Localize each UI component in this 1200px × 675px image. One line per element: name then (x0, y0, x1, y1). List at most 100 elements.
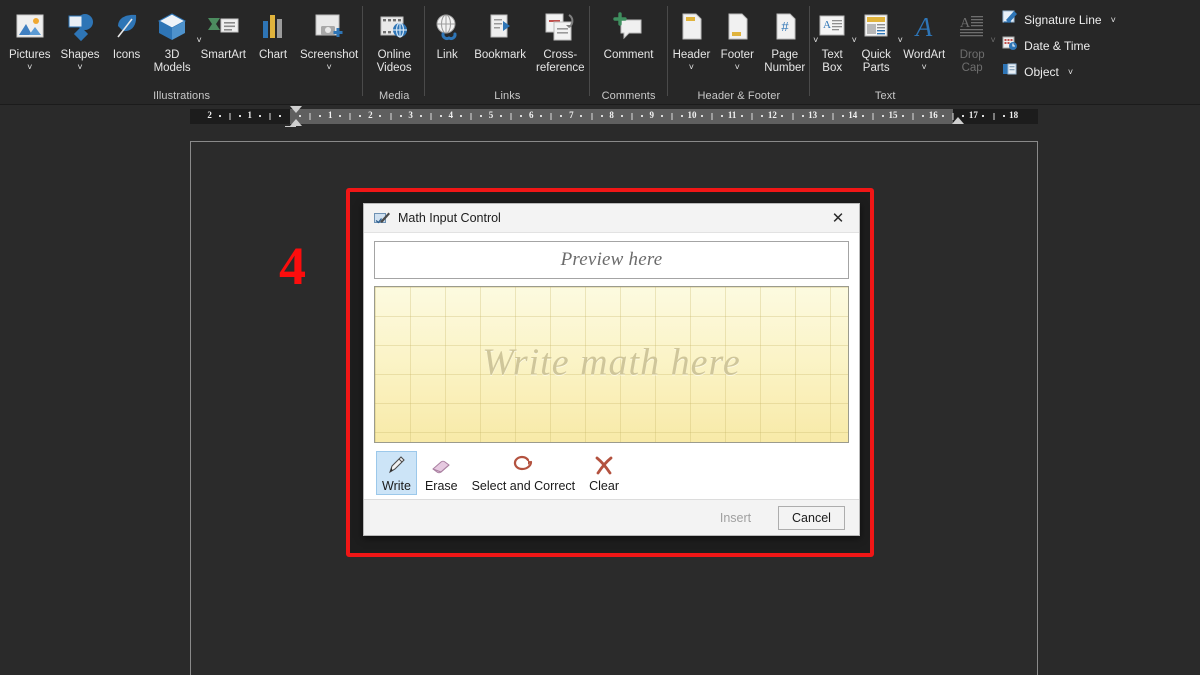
text-box-label: Text Box (822, 49, 843, 75)
ruler-tick (781, 115, 783, 117)
select-and-correct-tool-button[interactable]: Select and Correct (466, 451, 582, 495)
link-label: Link (437, 49, 458, 62)
write-placeholder: Write math here (375, 340, 848, 384)
online-videos-icon (377, 7, 411, 47)
erase-tool-button[interactable]: Erase (419, 451, 464, 495)
date-time-icon (1002, 35, 1018, 56)
ruler-tick-label: 2 (368, 110, 373, 120)
signature-line-caret-icon[interactable]: ˅ (1111, 15, 1116, 25)
pictures-caret-icon[interactable]: ˅ (27, 62, 32, 72)
wordart-label: WordArt (903, 49, 945, 62)
pictures-button[interactable]: Pictures ˅ (4, 4, 56, 72)
screenshot-button[interactable]: Screenshot ˅ (295, 4, 363, 72)
object-button[interactable]: Object ˅ (998, 60, 1120, 83)
text-box-caret-icon[interactable]: ˅ (852, 35, 857, 45)
pictures-icon (13, 7, 47, 47)
quick-parts-label: Quick Parts (862, 49, 891, 75)
shapes-button[interactable]: Shapes ˅ (56, 4, 105, 72)
smartart-icon (205, 7, 241, 47)
ruler-tick (862, 115, 864, 117)
ruler-tick-label: 3 (408, 110, 413, 120)
hanging-indent-marker[interactable] (290, 119, 302, 126)
ruler-tick (470, 113, 471, 120)
ruler[interactable]: 21123456789101112131415161718 (0, 105, 1200, 127)
cross-reference-button[interactable]: Cross- reference (531, 4, 590, 75)
ruler-tick (1003, 115, 1005, 117)
cancel-button[interactable]: Cancel (778, 506, 845, 530)
drop-cap-button[interactable]: A Drop Cap ˅ (950, 4, 994, 75)
comment-button[interactable]: Comment (599, 4, 659, 62)
ruler-tick-label: 16 (929, 110, 938, 120)
bookmark-button[interactable]: Bookmark (469, 4, 531, 62)
dialog-toolbar: Write Erase Select and Correct (374, 443, 849, 499)
shapes-caret-icon[interactable]: ˅ (77, 62, 82, 72)
icons-button[interactable]: Icons (105, 4, 149, 62)
ruler-ticks: 21123456789101112131415161718 (190, 109, 1038, 124)
wordart-caret-icon[interactable]: ˅ (922, 62, 927, 72)
footer-button[interactable]: Footer ˅ (715, 4, 759, 72)
date-time-button[interactable]: Date & Time (998, 34, 1120, 57)
ruler-tick (701, 115, 703, 117)
smartart-button[interactable]: SmartArt (196, 4, 251, 62)
ruler-tick (942, 115, 944, 117)
math-input-icon (374, 211, 391, 226)
bookmark-label: Bookmark (474, 49, 526, 62)
ruler-tick (580, 115, 582, 117)
3d-models-icon (155, 7, 189, 47)
3d-models-button[interactable]: 3D Models ˅ (149, 4, 196, 75)
dialog-title-bar[interactable]: Math Input Control ✕ (364, 204, 859, 233)
page-number-button[interactable]: # Page Number ˅ (759, 4, 810, 75)
group-label-illustrations: Illustrations (0, 90, 363, 102)
footer-caret-icon[interactable]: ˅ (735, 62, 740, 72)
write-tool-button[interactable]: Write (376, 451, 417, 495)
ruler-tick-label: 1 (328, 110, 333, 120)
ruler-tick-label: 12 (768, 110, 777, 120)
ribbon: Pictures ˅ Shapes ˅ Icons (0, 0, 1200, 105)
lasso-icon (510, 454, 536, 476)
group-label-text: Text (810, 90, 960, 102)
signature-line-button[interactable]: Signature Line ˅ (998, 8, 1120, 31)
annotation-number: 4 (279, 240, 306, 292)
pictures-label: Pictures (9, 49, 51, 62)
ruler-tick (591, 113, 592, 120)
dialog-body: Preview here Write math here Write Erase (364, 233, 859, 499)
header-button[interactable]: Header ˅ (668, 4, 716, 72)
ruler-tick (752, 113, 753, 120)
ruler-tick (310, 113, 311, 120)
header-caret-icon[interactable]: ˅ (689, 62, 694, 72)
ruler-tick (239, 115, 241, 117)
chart-icon (258, 7, 288, 47)
insert-button[interactable]: Insert (702, 506, 769, 530)
online-videos-label: Online Videos (377, 49, 412, 75)
ruler-tick (319, 115, 321, 117)
erase-tool-label: Erase (425, 479, 458, 493)
eraser-icon (429, 454, 453, 476)
wordart-button[interactable]: A WordArt ˅ (898, 4, 950, 72)
drop-cap-caret-icon[interactable]: ˅ (991, 35, 996, 45)
quick-parts-button[interactable]: Quick Parts ˅ (854, 4, 898, 75)
right-indent-marker[interactable] (952, 117, 964, 124)
ruler-tick-label: 17 (969, 110, 978, 120)
group-label-header-footer: Header & Footer (668, 90, 811, 102)
ruler-tick-label: 8 (609, 110, 614, 120)
ruler-tick (641, 115, 643, 117)
text-group-small-buttons: Signature Line ˅ Date & Time (998, 4, 1120, 83)
write-canvas[interactable]: Write math here (374, 286, 849, 443)
drop-cap-icon: A (956, 7, 988, 47)
text-box-button[interactable]: A Text Box ˅ (810, 4, 854, 75)
first-line-indent-marker[interactable] (290, 106, 302, 113)
date-time-label: Date & Time (1024, 39, 1090, 53)
screenshot-caret-icon[interactable]: ˅ (326, 62, 331, 72)
ruler-tick (379, 115, 381, 117)
ruler-track[interactable]: 21123456789101112131415161718 (190, 109, 1038, 124)
online-videos-button[interactable]: Online Videos (372, 4, 417, 75)
clear-tool-button[interactable]: Clear (583, 451, 625, 495)
object-caret-icon[interactable]: ˅ (1068, 67, 1073, 77)
3d-models-caret-icon[interactable]: ˅ (196, 35, 201, 45)
ruler-tick (430, 113, 431, 120)
chart-button[interactable]: Chart (251, 4, 295, 62)
quick-parts-caret-icon[interactable]: ˅ (898, 35, 903, 45)
link-button[interactable]: Link (425, 4, 469, 62)
close-icon[interactable]: ✕ (821, 204, 855, 232)
ruler-tick (400, 115, 402, 117)
